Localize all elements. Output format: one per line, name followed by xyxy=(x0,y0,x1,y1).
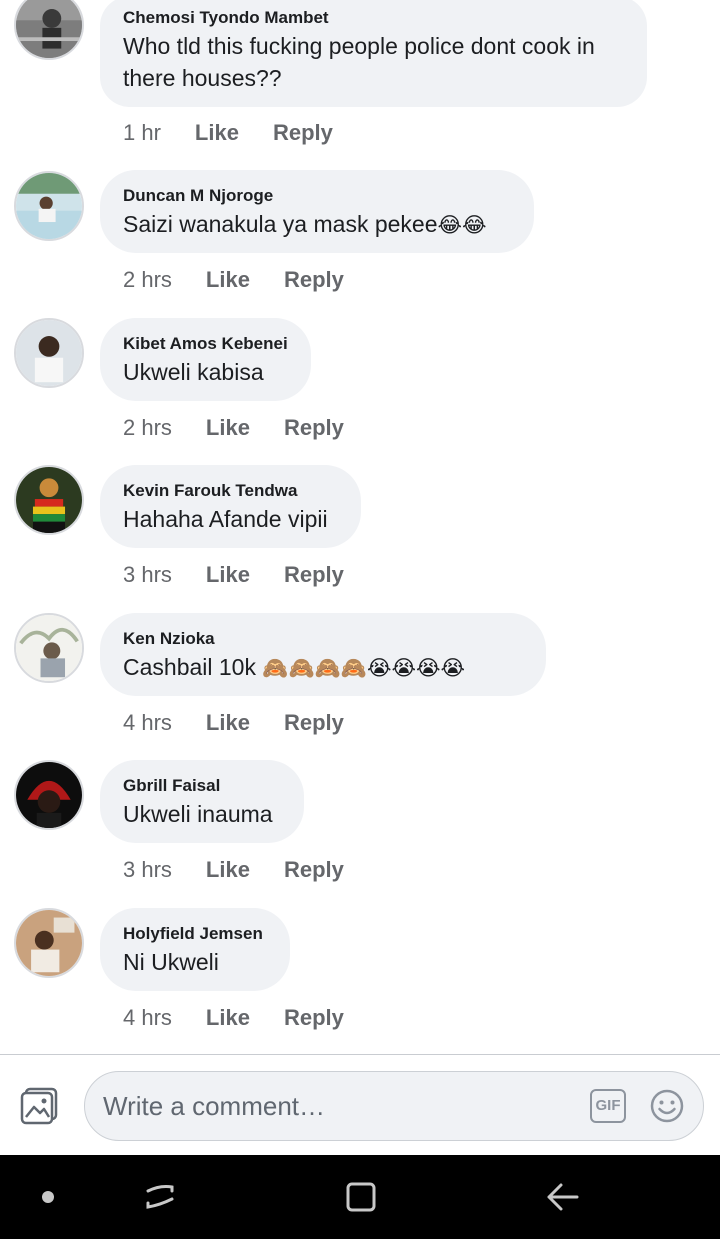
comment-time[interactable]: 3 hrs xyxy=(123,562,172,588)
comment-time[interactable]: 1 hr xyxy=(123,120,161,146)
avatar[interactable] xyxy=(14,908,84,978)
reply-button[interactable]: Reply xyxy=(284,267,344,293)
comment-author[interactable]: Ken Nzioka xyxy=(123,629,524,649)
like-button[interactable]: Like xyxy=(206,562,250,588)
comment-text: Hahaha Afande vipii xyxy=(123,506,328,532)
like-button[interactable]: Like xyxy=(206,267,250,293)
comment-composer: GIF xyxy=(0,1054,720,1155)
comment-bubble[interactable]: Chemosi Tyondo Mambet Who tld this fucki… xyxy=(100,0,647,107)
comment-actions: 3 hrs Like Reply xyxy=(123,857,344,883)
reply-button[interactable]: Reply xyxy=(284,857,344,883)
comment-list: Chemosi Tyondo Mambet Who tld this fucki… xyxy=(0,0,720,1054)
comment-actions: 4 hrs Like Reply xyxy=(123,710,344,736)
comment-text: Saizi wanakula ya mask pekee😂😂 xyxy=(123,208,512,241)
like-button[interactable]: Like xyxy=(195,120,239,146)
avatar[interactable] xyxy=(14,465,84,535)
comment-bubble[interactable]: Holyfield Jemsen Ni Ukweli xyxy=(100,908,290,991)
avatar[interactable] xyxy=(14,171,84,241)
avatar[interactable] xyxy=(14,0,84,60)
comment-author[interactable]: Gbrill Faisal xyxy=(123,776,282,796)
comment-actions: 1 hr Like Reply xyxy=(123,120,333,146)
reply-button[interactable]: Reply xyxy=(284,710,344,736)
reply-button[interactable]: Reply xyxy=(284,562,344,588)
comment-bubble[interactable]: Gbrill Faisal Ukweli inauma xyxy=(100,760,304,843)
like-button[interactable]: Like xyxy=(206,710,250,736)
back-icon[interactable] xyxy=(543,1177,583,1217)
like-button[interactable]: Like xyxy=(206,857,250,883)
comment-time[interactable]: 4 hrs xyxy=(123,1005,172,1031)
comment-input-container: GIF xyxy=(84,1071,704,1141)
comment-bubble[interactable]: Ken Nzioka Cashbail 10k 🙈🙈🙈🙈😭😭😭😭 xyxy=(100,613,546,696)
comment-actions: 2 hrs Like Reply xyxy=(123,415,344,441)
monkey-crying-emoji: 🙈🙈🙈🙈😭😭😭😭 xyxy=(262,656,466,680)
avatar[interactable] xyxy=(14,613,84,683)
reply-button[interactable]: Reply xyxy=(284,415,344,441)
comment-text: Cashbail 10k 🙈🙈🙈🙈😭😭😭😭 xyxy=(123,651,524,684)
comment-text: Ukweli kabisa xyxy=(123,359,264,385)
like-button[interactable]: Like xyxy=(206,415,250,441)
comment-time[interactable]: 3 hrs xyxy=(123,857,172,883)
comment-author[interactable]: Kibet Amos Kebenei xyxy=(123,334,289,354)
system-nav-bar xyxy=(0,1155,720,1239)
comment-actions: 3 hrs Like Reply xyxy=(123,562,344,588)
photo-icon[interactable] xyxy=(20,1087,60,1125)
comment-time[interactable]: 2 hrs xyxy=(123,415,172,441)
comment-time[interactable]: 2 hrs xyxy=(123,267,172,293)
comment-actions: 4 hrs Like Reply xyxy=(123,1005,344,1031)
comment-time[interactable]: 4 hrs xyxy=(123,710,172,736)
avatar[interactable] xyxy=(14,318,84,388)
comment-text-body: Saizi wanakula ya mask pekee xyxy=(123,211,438,237)
comment-text: Ukweli inauma xyxy=(123,801,273,827)
comment-author[interactable]: Duncan M Njoroge xyxy=(123,186,512,206)
comment-author[interactable]: Chemosi Tyondo Mambet xyxy=(123,8,625,28)
comment-text: Who tld this fucking people police dont … xyxy=(123,33,595,91)
comment-bubble[interactable]: Duncan M Njoroge Saizi wanakula ya mask … xyxy=(100,170,534,253)
comment-bubble[interactable]: Kibet Amos Kebenei Ukweli kabisa xyxy=(100,318,311,401)
reply-button[interactable]: Reply xyxy=(284,1005,344,1031)
recents-icon[interactable] xyxy=(140,1177,180,1217)
emoji-icon[interactable] xyxy=(650,1089,684,1123)
reply-button[interactable]: Reply xyxy=(273,120,333,146)
comment-bubble[interactable]: Kevin Farouk Tendwa Hahaha Afande vipii xyxy=(100,465,361,548)
laughing-emoji: 😂😂 xyxy=(437,213,487,237)
home-icon[interactable] xyxy=(341,1177,381,1217)
dot-icon[interactable] xyxy=(42,1191,54,1203)
like-button[interactable]: Like xyxy=(206,1005,250,1031)
comment-text-body: Cashbail 10k xyxy=(123,654,256,680)
comment-author[interactable]: Kevin Farouk Tendwa xyxy=(123,481,339,501)
gif-button[interactable]: GIF xyxy=(590,1089,626,1123)
comment-text: Ni Ukweli xyxy=(123,949,219,975)
comment-actions: 2 hrs Like Reply xyxy=(123,267,344,293)
avatar[interactable] xyxy=(14,760,84,830)
comment-author[interactable]: Holyfield Jemsen xyxy=(123,924,268,944)
comment-input[interactable] xyxy=(103,1072,573,1140)
